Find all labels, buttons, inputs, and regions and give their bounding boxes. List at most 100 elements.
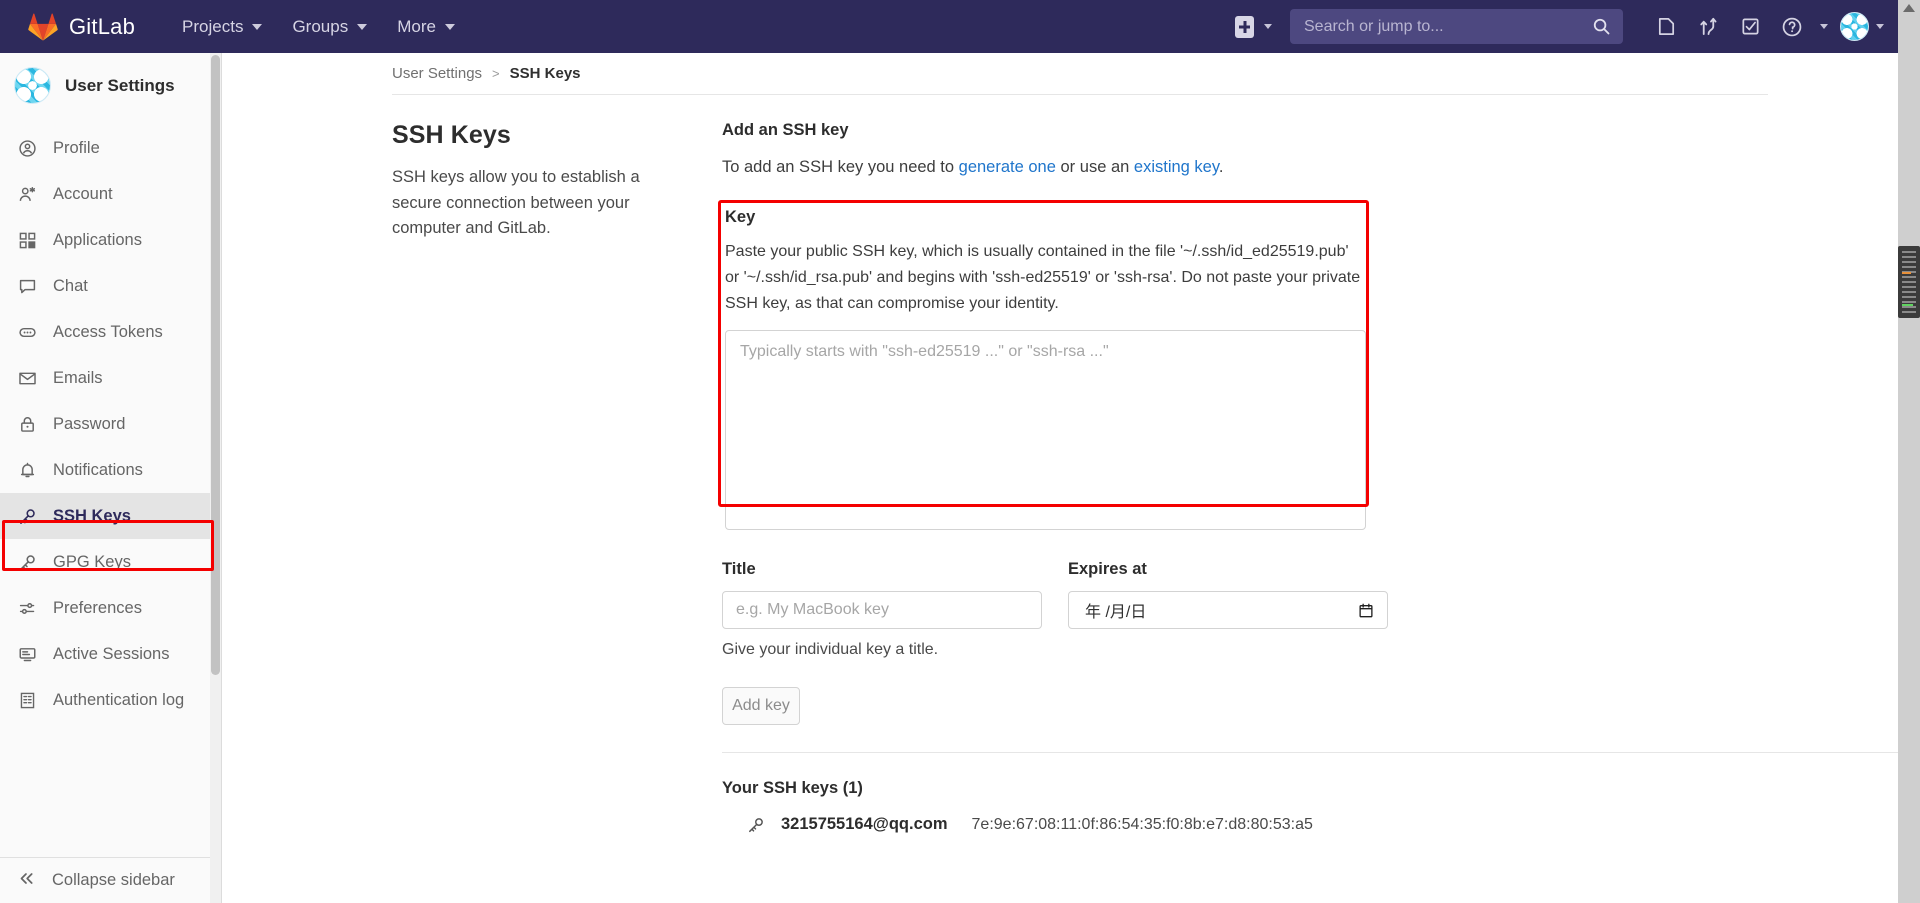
sidebar-item-emails[interactable]: Emails xyxy=(0,355,221,401)
add-ssh-key-form: Add an SSH key To add an SSH key you nee… xyxy=(718,121,1898,834)
sidebar-item-access-tokens[interactable]: Access Tokens xyxy=(0,309,221,355)
sidebar-item-label: GPG Keys xyxy=(53,552,131,571)
nav-item-projects[interactable]: Projects xyxy=(169,9,275,45)
expires-date-input[interactable]: 年 /月/日 xyxy=(1068,591,1388,630)
page-scrollbar-thumb[interactable] xyxy=(1898,246,1920,318)
sidebar-item-profile[interactable]: Profile xyxy=(0,125,221,171)
avatar xyxy=(14,67,51,104)
minimap-marker-orange xyxy=(1902,272,1911,274)
nav-item-groups[interactable]: Groups xyxy=(279,9,380,45)
nav-item-label: More xyxy=(397,16,436,36)
plus-icon xyxy=(1235,15,1254,38)
breadcrumb-current[interactable]: SSH Keys xyxy=(510,65,581,82)
sidebar-item-account[interactable]: Account xyxy=(0,171,221,217)
page-scrollbar[interactable] xyxy=(1898,0,1920,903)
sidebar-item-label: Notifications xyxy=(53,460,143,479)
collapse-sidebar-button[interactable]: Collapse sidebar xyxy=(0,857,221,903)
sidebar-scrollbar-thumb[interactable] xyxy=(211,55,220,675)
ssh-key-title: 3215755164@qq.com xyxy=(781,815,948,834)
collapse-sidebar-label: Collapse sidebar xyxy=(52,871,175,889)
ssh-key-icon xyxy=(747,816,765,834)
brand-name: GitLab xyxy=(69,13,136,39)
sidebar-item-label: Preferences xyxy=(53,598,142,617)
title-expires-row: Title Expires at 年 /月/日 xyxy=(722,560,1388,630)
form-subtitle-suffix: . xyxy=(1218,158,1224,176)
form-title: Add an SSH key xyxy=(722,121,849,139)
ssh-key-fingerprint: 7e:9e:67:08:11:0f:86:54:35:f0:8b:e7:d8:8… xyxy=(971,815,1313,833)
gitlab-logo-link[interactable]: GitLab xyxy=(28,13,135,41)
todos-icon[interactable] xyxy=(1729,6,1771,48)
chevron-down-icon xyxy=(1876,24,1884,29)
sidebar-scrollbar[interactable] xyxy=(210,53,221,903)
your-ssh-keys-heading: Your SSH keys (1) xyxy=(722,779,863,798)
top-navigation-bar: GitLab Projects Groups More Search or ju… xyxy=(0,0,1898,53)
sidebar-item-ssh-keys[interactable]: SSH Keys xyxy=(0,493,221,539)
sidebar-item-active-sessions[interactable]: Active Sessions xyxy=(0,631,221,677)
ssh-key-list-item[interactable]: 3215755164@qq.com 7e:9e:67:08:11:0f:86:5… xyxy=(722,815,1370,834)
help-icon xyxy=(1771,6,1813,48)
nav-item-label: Projects xyxy=(182,16,244,36)
user-settings-sidebar: User Settings Profile Account Applicatio… xyxy=(0,53,222,903)
key-field-label: Key xyxy=(725,207,756,226)
sidebar-item-password[interactable]: Password xyxy=(0,401,221,447)
user-menu-dropdown[interactable] xyxy=(1840,12,1884,41)
expires-field-group: Expires at 年 /月/日 xyxy=(1068,560,1388,630)
chevron-down-icon xyxy=(252,23,263,30)
sidebar-item-label: Access Tokens xyxy=(53,322,163,341)
notifications-bell-icon xyxy=(17,460,37,480)
emails-icon xyxy=(17,368,37,388)
nav-item-label: Groups xyxy=(292,16,349,36)
sidebar-header[interactable]: User Settings xyxy=(0,53,221,118)
breadcrumb: User Settings > SSH Keys xyxy=(222,53,1898,94)
create-new-dropdown[interactable] xyxy=(1235,15,1272,38)
sidebar-item-preferences[interactable]: Preferences xyxy=(0,585,221,631)
minimap-marker-green xyxy=(1902,304,1913,306)
double-chevron-left-icon xyxy=(17,869,36,893)
form-subtitle-middle: or use an xyxy=(1055,158,1134,176)
profile-icon xyxy=(17,138,37,158)
section-divider xyxy=(722,752,1898,754)
sidebar-item-label: Emails xyxy=(53,368,103,387)
sidebar-item-label: Active Sessions xyxy=(53,644,170,663)
access-tokens-icon xyxy=(17,322,37,342)
sidebar-item-gpg-keys[interactable]: GPG Keys xyxy=(0,539,221,585)
sidebar-title: User Settings xyxy=(65,75,175,95)
applications-icon xyxy=(17,230,37,250)
gitlab-ssh-keys-page: GitLab Projects Groups More Search or ju… xyxy=(0,0,1920,903)
gpg-key-icon xyxy=(17,552,37,572)
scroll-up-arrow-icon[interactable] xyxy=(1903,4,1915,12)
search-input[interactable]: Search or jump to... xyxy=(1290,9,1623,44)
title-input[interactable] xyxy=(722,591,1042,630)
existing-key-link[interactable]: existing key xyxy=(1134,158,1219,176)
key-field-help: Paste your public SSH key, which is usua… xyxy=(725,242,1361,312)
sidebar-item-label: Profile xyxy=(53,138,100,157)
breadcrumb-root[interactable]: User Settings xyxy=(392,65,482,82)
sidebar-item-label: Account xyxy=(53,184,113,203)
chat-icon xyxy=(17,276,37,296)
sidebar-footer: Collapse sidebar xyxy=(0,857,221,903)
expires-date-placeholder: 年 /月/日 xyxy=(1085,604,1147,622)
ssh-key-textarea[interactable] xyxy=(725,330,1366,531)
sidebar-item-notifications[interactable]: Notifications xyxy=(0,447,221,493)
title-field-group: Title xyxy=(722,560,1042,630)
calendar-icon[interactable] xyxy=(1358,602,1374,619)
title-field-label: Title xyxy=(722,560,756,579)
search-icon xyxy=(1593,18,1610,35)
title-field-help: Give your individual key a title. xyxy=(722,641,939,659)
authentication-log-icon xyxy=(17,690,37,710)
sidebar-item-authentication-log[interactable]: Authentication log xyxy=(0,677,221,723)
merge-requests-icon[interactable] xyxy=(1687,6,1729,48)
nav-item-more[interactable]: More xyxy=(384,9,468,45)
gitlab-tanuki-icon xyxy=(28,13,58,41)
generate-one-link[interactable]: generate one xyxy=(959,158,1056,176)
add-key-button[interactable]: Add key xyxy=(722,687,800,726)
section-info-column: SSH Keys SSH keys allow you to establish… xyxy=(392,121,722,834)
sidebar-item-applications[interactable]: Applications xyxy=(0,217,221,263)
sidebar-item-chat[interactable]: Chat xyxy=(0,263,221,309)
form-subtitle: To add an SSH key you need to generate o… xyxy=(722,155,1370,180)
key-field-block: Key Paste your public SSH key, which is … xyxy=(718,198,1370,539)
chevron-down-icon xyxy=(1820,24,1828,29)
issues-icon[interactable] xyxy=(1645,6,1687,48)
breadcrumb-separator: > xyxy=(492,66,500,81)
help-dropdown[interactable] xyxy=(1771,6,1828,48)
